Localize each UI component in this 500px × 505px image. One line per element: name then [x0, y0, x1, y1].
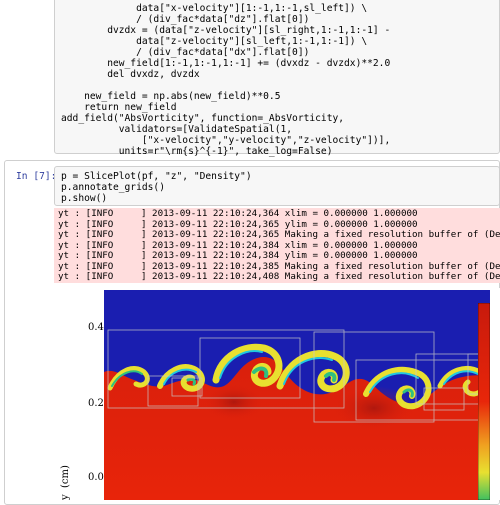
y-tick-label: 0.0 — [88, 472, 104, 483]
code-line: del dvxdz, dvzdx — [61, 69, 200, 80]
code-line: data["z-velocity"][sl_left,1:-1,1:-1]) \ — [61, 36, 368, 47]
code-line: p = SlicePlot(pf, "z", "Density") — [61, 171, 252, 182]
code-line: / (div_fac*data["dx"].flat[0]) — [61, 47, 310, 58]
log-line: yt : [INFO ] 2013-09-11 22:10:24,408 Mak… — [58, 271, 500, 282]
code-line: data["x-velocity"][1:-1,1:-1,sl_left]) \ — [61, 3, 368, 14]
y-axis-label: y (cm) — [60, 465, 71, 500]
code-line: p.annotate_grids() — [61, 182, 165, 193]
code-line: add_field("AbsVorticity", function=_AbsV… — [61, 113, 345, 124]
code-line: new_field[1:-1,1:-1,1:-1] += (dvxdz - dv… — [61, 58, 391, 69]
stderr-output: yt : [INFO ] 2013-09-11 22:10:24,364 xli… — [54, 208, 500, 283]
code-cell-1[interactable]: data["x-velocity"][1:-1,1:-1,sl_left]) \… — [0, 0, 500, 158]
code-editor-1[interactable]: data["x-velocity"][1:-1,1:-1,sl_left]) \… — [54, 0, 500, 157]
density-field-svg — [104, 290, 490, 500]
colorbar — [478, 303, 490, 500]
code-line: units=r"\rm{s}^{-1}", take_log=False) — [61, 146, 333, 157]
code-editor-2[interactable]: p = SlicePlot(pf, "z", "Density") p.anno… — [54, 166, 500, 206]
code-line: return new_field — [61, 102, 177, 113]
slice-plot-figure: 0.4 0.2 0.0 y (cm) — [54, 288, 500, 500]
code-line: ["x-velocity","y-velocity","z-velocity"]… — [61, 135, 391, 146]
y-tick-label: 0.4 — [88, 322, 104, 333]
y-tick-label: 0.2 — [88, 398, 104, 409]
density-slice-image — [104, 290, 490, 500]
code-line: p.show() — [61, 193, 108, 204]
input-prompt: In [7]: — [16, 171, 57, 182]
code-line: / (div_fac*data["dz"].flat[0]) — [61, 14, 310, 25]
code-line: validators=[ValidateSpatial(1, — [61, 124, 293, 135]
code-line: new_field = np.abs(new_field)**0.5 — [61, 91, 281, 102]
code-line: dvzdx = (data["z-velocity"][sl_right,1:-… — [61, 25, 391, 36]
